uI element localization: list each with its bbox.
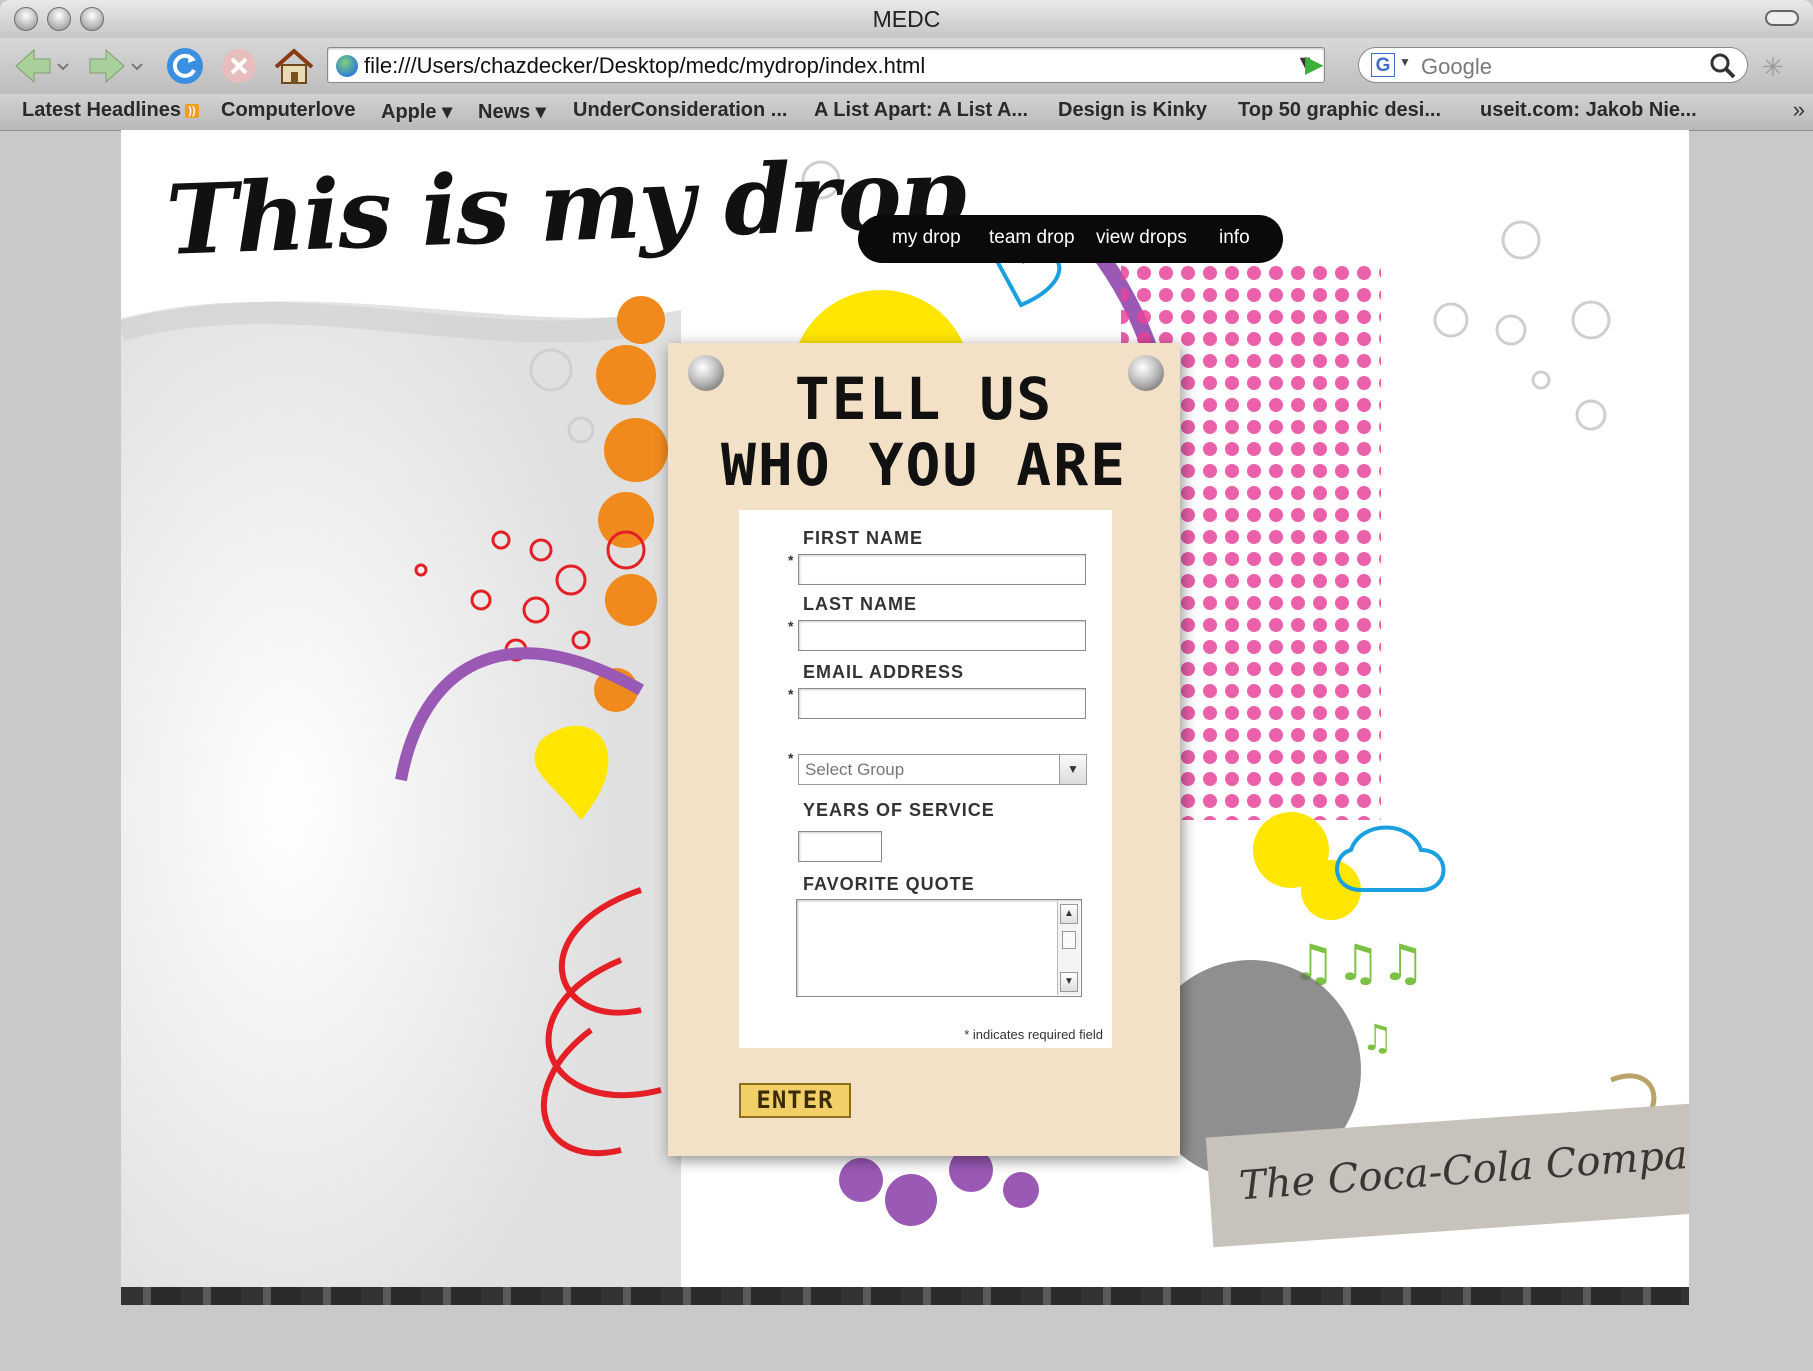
form-panel: FIRST NAME * LAST NAME * EMAIL ADDRESS *… xyxy=(739,510,1112,1048)
bookmark-label: Latest Headlines xyxy=(22,99,181,121)
required-field-note: * indicates required field xyxy=(964,1027,1103,1042)
favorite-quote-label: FAVORITE QUOTE xyxy=(803,874,975,894)
favorite-quote-textarea[interactable]: ▲ ▼ xyxy=(796,899,1082,997)
forward-button[interactable] xyxy=(86,46,146,86)
stop-icon xyxy=(222,49,256,83)
bookmark-a-list-apart[interactable]: A List Apart: A List A... xyxy=(814,99,1028,122)
email-label: EMAIL ADDRESS xyxy=(803,662,965,682)
search-icon[interactable] xyxy=(1709,52,1737,80)
reload-button[interactable] xyxy=(164,46,206,86)
nav-view-drops[interactable]: view drops xyxy=(1096,227,1187,249)
bookmark-top-50-graphic[interactable]: Top 50 graphic desi... xyxy=(1238,99,1441,122)
rss-icon: )) xyxy=(184,103,199,118)
window-title: MEDC xyxy=(872,6,941,32)
coca-cola-logo: The Coca-Cola Company xyxy=(1237,1128,1689,1210)
required-marker: * xyxy=(788,618,794,634)
first-name-input[interactable] xyxy=(798,554,1086,585)
search-field[interactable]: G ▼ Google xyxy=(1358,47,1748,83)
textarea-scrollbar[interactable]: ▲ ▼ xyxy=(1057,901,1080,995)
search-engine-caret-icon[interactable]: ▼ xyxy=(1399,55,1411,69)
window-titlebar: MEDC xyxy=(0,0,1813,39)
chevron-down-icon[interactable]: ▼ xyxy=(1059,755,1086,784)
nav-info[interactable]: info xyxy=(1219,227,1250,249)
years-of-service-input[interactable] xyxy=(798,831,882,862)
more-bookmarks-chevron-icon[interactable]: » xyxy=(1793,97,1805,123)
svg-text:♫: ♫ xyxy=(1361,1018,1393,1059)
web-page: ♫♫♫ ♫ This is my drop my drop team drop v… xyxy=(121,130,1689,1305)
registration-card: TELL US WHO YOU ARE FIRST NAME * LAST NA… xyxy=(668,343,1180,1156)
forward-arrow-icon xyxy=(89,48,143,84)
toolbar-toggle-button[interactable] xyxy=(1765,10,1799,26)
home-button[interactable] xyxy=(272,46,316,86)
browser-toolbar: file:///Users/chazdecker/Desktop/medc/my… xyxy=(0,38,1813,94)
group-select-value: Select Group xyxy=(805,760,905,779)
search-placeholder: Google xyxy=(1421,54,1492,79)
first-name-label: FIRST NAME xyxy=(803,528,923,548)
bookmark-apple-menu[interactable]: Apple ▾ xyxy=(381,99,452,124)
bookmark-news-menu[interactable]: News ▾ xyxy=(478,99,546,124)
reload-icon xyxy=(167,48,203,84)
site-globe-icon xyxy=(336,55,358,77)
loading-spinner-icon: ✳ xyxy=(1762,52,1784,82)
bookmark-underconsideration[interactable]: UnderConsideration ... xyxy=(573,99,787,122)
group-select[interactable]: Select Group ▼ xyxy=(798,754,1087,785)
address-bar[interactable]: file:///Users/chazdecker/Desktop/medc/my… xyxy=(327,47,1325,83)
nav-my-drop[interactable]: my drop xyxy=(892,227,961,249)
scroll-down-icon[interactable]: ▼ xyxy=(1060,972,1078,992)
go-button[interactable]: ▶ xyxy=(1305,50,1323,79)
email-input[interactable] xyxy=(798,688,1086,719)
card-title-line2: WHO YOU ARE xyxy=(720,431,1128,499)
bookmark-useit[interactable]: useit.com: Jakob Nie... xyxy=(1480,99,1697,122)
years-of-service-label: YEARS OF SERVICE xyxy=(803,800,995,820)
bookmark-computerlove[interactable]: Computerlove xyxy=(221,99,355,122)
back-button[interactable] xyxy=(12,46,72,86)
enter-button[interactable]: ENTER xyxy=(739,1083,851,1118)
card-title-line1: TELL US xyxy=(794,365,1054,433)
bookmark-design-is-kinky[interactable]: Design is Kinky xyxy=(1058,99,1207,122)
scroll-up-icon[interactable]: ▲ xyxy=(1060,904,1078,924)
site-nav: my drop team drop view drops info xyxy=(858,215,1283,263)
home-icon xyxy=(274,48,314,84)
required-marker: * xyxy=(788,750,794,766)
bookmark-latest-headlines[interactable]: Latest Headlines)) xyxy=(22,99,199,122)
footer-bar xyxy=(121,1287,1689,1305)
back-arrow-icon xyxy=(15,48,69,84)
search-engine-icon[interactable]: G xyxy=(1371,53,1395,77)
required-marker: * xyxy=(788,552,794,568)
scroll-thumb[interactable] xyxy=(1062,931,1076,949)
required-marker: * xyxy=(788,686,794,702)
address-url: file:///Users/chazdecker/Desktop/medc/my… xyxy=(364,53,926,78)
bookmarks-bar: Latest Headlines)) Computerlove Apple ▾ … xyxy=(0,94,1813,131)
nav-team-drop[interactable]: team drop xyxy=(989,227,1075,249)
last-name-input[interactable] xyxy=(798,620,1086,651)
last-name-label: LAST NAME xyxy=(803,594,917,614)
stop-button[interactable] xyxy=(218,46,260,86)
